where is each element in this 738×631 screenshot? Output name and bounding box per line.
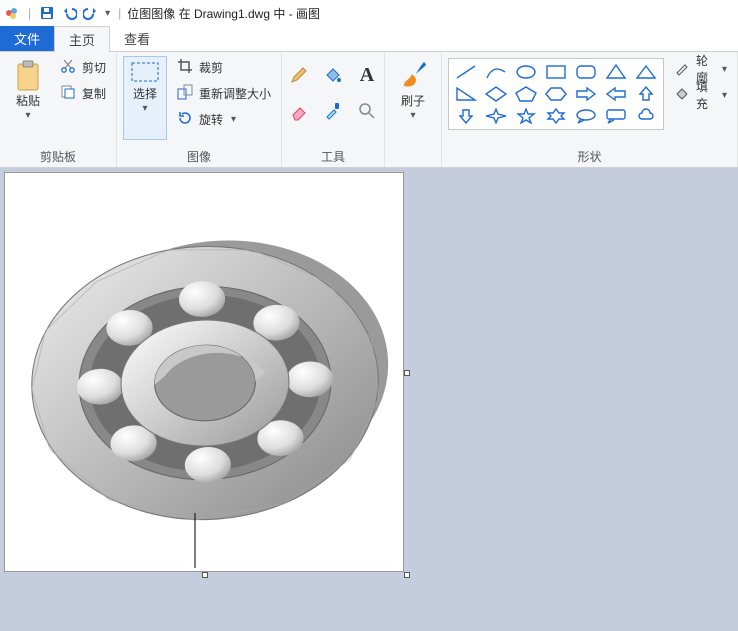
- shape-polygon[interactable]: [605, 63, 627, 81]
- group-tools: A 工具: [282, 52, 385, 167]
- shape-oval[interactable]: [515, 63, 537, 81]
- group-clipboard: 粘贴 ▾ 剪切 复制 剪贴板: [0, 52, 117, 167]
- rotate-label: 旋转: [199, 111, 223, 128]
- group-shapes: 轮廓 ▾ 填充 ▾ 形状: [442, 52, 738, 167]
- select-button[interactable]: 选择 ▾: [123, 56, 167, 140]
- shape-star6[interactable]: [545, 107, 567, 125]
- group-clipboard-label: 剪贴板: [6, 146, 110, 165]
- crop-button[interactable]: 裁剪: [173, 56, 275, 78]
- shape-callout-rect[interactable]: [605, 107, 627, 125]
- undo-icon[interactable]: [61, 5, 77, 21]
- resize-handle-corner[interactable]: [404, 572, 410, 578]
- shapes-gallery[interactable]: [448, 58, 664, 130]
- copy-label: 复制: [82, 85, 106, 102]
- fill-button[interactable]: 填充 ▾: [670, 84, 731, 106]
- brush-label: 刷子: [401, 94, 425, 108]
- qat-divider-2: |: [118, 6, 121, 20]
- chevron-down-icon: ▾: [722, 90, 727, 101]
- eraser-icon[interactable]: [288, 100, 310, 122]
- canvas-image: [5, 173, 405, 573]
- shape-callout-round[interactable]: [575, 107, 597, 125]
- group-brush: 刷子 ▾: [385, 52, 442, 167]
- outline-button[interactable]: 轮廓 ▾: [670, 58, 731, 80]
- group-image-label: 图像: [123, 146, 275, 165]
- crop-icon: [177, 58, 193, 77]
- shape-curve[interactable]: [485, 63, 507, 81]
- tab-file[interactable]: 文件: [0, 26, 54, 51]
- shape-arrow-down[interactable]: [455, 107, 477, 125]
- resize-button[interactable]: 重新调整大小: [173, 82, 275, 104]
- fill-label: 填充: [696, 78, 714, 112]
- select-label: 选择: [133, 87, 157, 101]
- paste-button[interactable]: 粘贴 ▾: [6, 56, 50, 140]
- ribbon-tabs: 文件 主页 查看: [0, 26, 738, 52]
- shape-right-triangle[interactable]: [455, 85, 477, 103]
- scissors-icon: [60, 58, 76, 77]
- tab-home-label: 主页: [69, 30, 95, 49]
- canvas[interactable]: [4, 172, 404, 572]
- cut-label: 剪切: [82, 59, 106, 76]
- qat-dropdown-icon[interactable]: ▾: [105, 8, 110, 19]
- magnifier-icon[interactable]: [356, 100, 378, 122]
- tab-view-label: 查看: [124, 29, 150, 48]
- resize-handle-bottom[interactable]: [202, 572, 208, 578]
- tab-view[interactable]: 查看: [110, 26, 164, 51]
- group-image: 选择 ▾ 裁剪 重新调整大小 旋转 ▾ 图像: [117, 52, 282, 167]
- crop-label: 裁剪: [199, 59, 223, 76]
- brush-button[interactable]: 刷子 ▾: [391, 56, 435, 140]
- shape-rect[interactable]: [545, 63, 567, 81]
- shape-callout-cloud[interactable]: [635, 107, 657, 125]
- title-bar: | ▾ | 位图图像 在 Drawing1.dwg 中 - 画图: [0, 0, 738, 26]
- group-shapes-label: 形状: [448, 146, 731, 165]
- shape-arrow-left[interactable]: [605, 85, 627, 103]
- bucket-icon: [674, 86, 690, 105]
- shape-hexagon[interactable]: [545, 85, 567, 103]
- tab-file-label: 文件: [14, 29, 40, 48]
- paste-label: 粘贴: [16, 94, 40, 108]
- rotate-icon: [177, 110, 193, 129]
- chevron-down-icon: ▾: [231, 114, 236, 125]
- outline-icon: [674, 60, 690, 79]
- shape-triangle[interactable]: [635, 63, 657, 81]
- shape-pentagon[interactable]: [515, 85, 537, 103]
- shape-star4[interactable]: [485, 107, 507, 125]
- resize-icon: [177, 84, 193, 103]
- cut-button[interactable]: 剪切: [56, 56, 110, 78]
- redo-icon[interactable]: [83, 5, 99, 21]
- resize-handle-right[interactable]: [404, 370, 410, 376]
- tab-home[interactable]: 主页: [54, 26, 110, 52]
- fill-icon[interactable]: [322, 64, 344, 86]
- copy-icon: [60, 84, 76, 103]
- ribbon: 粘贴 ▾ 剪切 复制 剪贴板 选择 ▾: [0, 52, 738, 168]
- group-brush-label: [391, 163, 435, 165]
- chevron-down-icon: ▾: [411, 110, 416, 121]
- rotate-button[interactable]: 旋转 ▾: [173, 108, 275, 130]
- save-icon[interactable]: [39, 5, 55, 21]
- chevron-down-icon: ▾: [143, 103, 148, 114]
- chevron-down-icon: ▾: [25, 110, 30, 121]
- text-icon[interactable]: A: [356, 64, 378, 86]
- qat-divider: |: [28, 6, 31, 20]
- shape-diamond[interactable]: [485, 85, 507, 103]
- pencil-icon[interactable]: [288, 64, 310, 86]
- shape-line[interactable]: [455, 63, 477, 81]
- window-title: 位图图像 在 Drawing1.dwg 中 - 画图: [127, 5, 320, 22]
- shape-arrow-up[interactable]: [635, 85, 657, 103]
- chevron-down-icon: ▾: [722, 64, 727, 75]
- canvas-area[interactable]: [0, 168, 738, 631]
- shape-roundrect[interactable]: [575, 63, 597, 81]
- shape-arrow-right[interactable]: [575, 85, 597, 103]
- group-tools-label: 工具: [288, 146, 378, 165]
- shape-star5[interactable]: [515, 107, 537, 125]
- quick-access-toolbar: | ▾ |: [4, 5, 123, 21]
- resize-label: 重新调整大小: [199, 85, 271, 102]
- eyedropper-icon[interactable]: [322, 100, 344, 122]
- app-icon: [4, 5, 20, 21]
- copy-button[interactable]: 复制: [56, 82, 110, 104]
